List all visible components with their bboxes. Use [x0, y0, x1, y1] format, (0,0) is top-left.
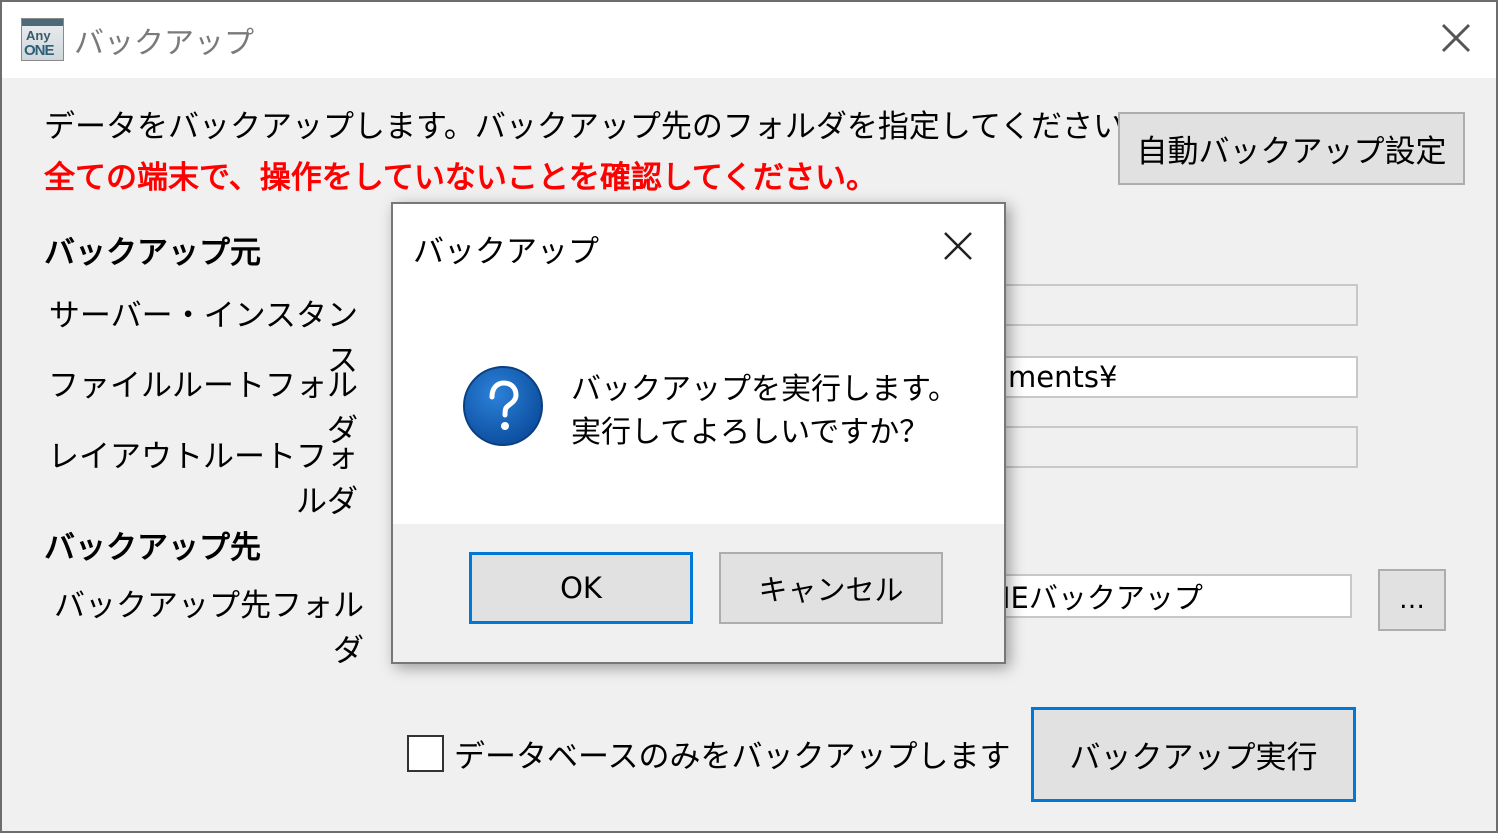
dialog-close-icon[interactable]: [938, 226, 978, 266]
destination-heading: バックアップ先: [44, 530, 261, 566]
cancel-button[interactable]: キャンセル: [719, 552, 943, 624]
source-heading: バックアップ元: [44, 235, 261, 271]
question-icon: [463, 366, 543, 446]
window-title: バックアップ: [74, 26, 254, 61]
execute-backup-button[interactable]: バックアップ実行: [1031, 707, 1356, 802]
browse-button[interactable]: …: [1378, 569, 1446, 631]
dialog-message-line2: 実行してよろしいですか？: [571, 415, 930, 450]
confirm-dialog: バックアップ バックアップを実行します。 実行してよろしいですか？ OK キャン…: [391, 202, 1006, 664]
db-only-checkbox-label[interactable]: データベースのみをバックアップします: [454, 731, 1010, 776]
auto-backup-settings-button[interactable]: 自動バックアップ設定: [1118, 112, 1465, 185]
layout-root-folder-label: レイアウトルートフォルダ: [48, 439, 358, 520]
logo-text-bottom: ONE: [24, 42, 54, 59]
instruction-text: データをバックアップします。バックアップ先のフォルダを指定してください。: [44, 109, 1156, 145]
dialog-footer: OK キャンセル: [393, 524, 1004, 662]
destination-folder-label: バックアップ先フォルダ: [54, 588, 364, 669]
window-close-icon[interactable]: [1434, 16, 1478, 60]
anyone-logo-icon: Any ONE: [21, 18, 64, 61]
dialog-title: バックアップ: [413, 234, 599, 270]
dialog-message-line1: バックアップを実行します。: [571, 372, 958, 407]
warning-text: 全ての端末で、操作をしていないことを確認してください。: [44, 160, 877, 196]
logo-text-top: Any: [26, 28, 51, 43]
ok-button[interactable]: OK: [469, 552, 693, 624]
db-only-checkbox[interactable]: [407, 735, 444, 772]
title-bar: Any ONE バックアップ: [2, 2, 1496, 78]
